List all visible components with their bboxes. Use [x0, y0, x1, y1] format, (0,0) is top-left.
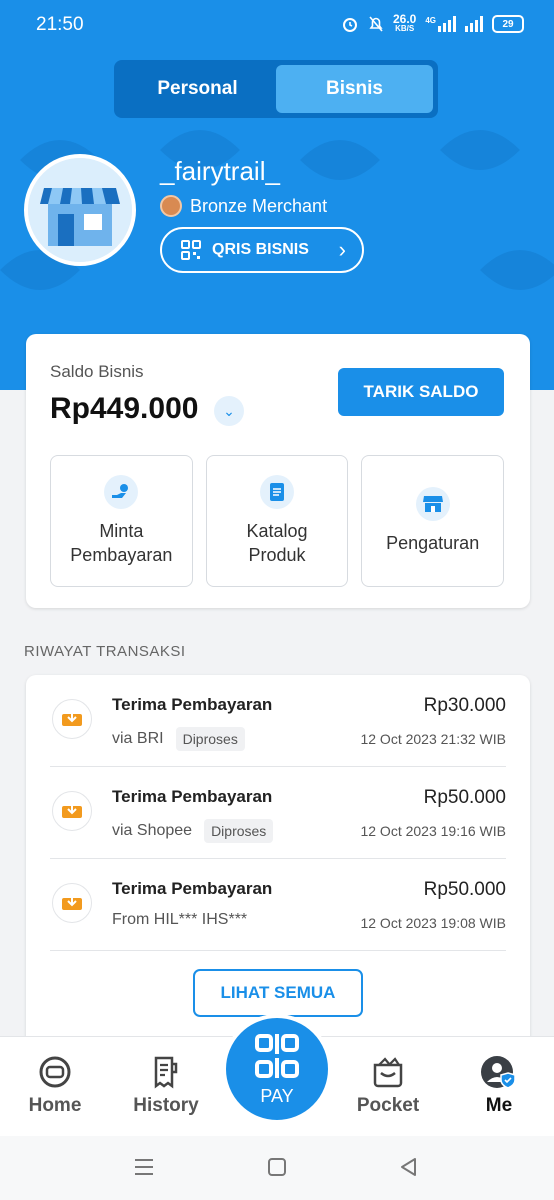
transaction-source: From HIL*** IHS*** — [112, 911, 248, 928]
transaction-title: Terima Pembayaran — [112, 695, 273, 714]
qr-code-icon — [181, 240, 201, 260]
action-label: Pengaturan — [386, 533, 480, 553]
transaction-amount: Rp50.000 — [423, 787, 506, 808]
account-type-switch: Personal Bisnis — [114, 60, 438, 118]
network-speed: 26.0 KB/S — [392, 12, 417, 34]
home-square-icon[interactable] — [266, 1156, 288, 1178]
battery-level: 29 — [502, 18, 514, 30]
nav-pocket[interactable]: Pocket — [333, 1055, 443, 1117]
transaction-date: 12 Oct 2023 19:08 WIB — [360, 915, 506, 931]
nav-home-label: Home — [28, 1095, 82, 1116]
transaction-row[interactable]: Terima Pembayaran via BRI Diproses Rp30.… — [50, 675, 506, 767]
status-badge: Diproses — [204, 819, 274, 843]
merchant-tier-label: Bronze Merchant — [190, 195, 328, 216]
qr-scan-icon — [255, 1033, 299, 1078]
transaction-subtitle: From HIL*** IHS*** — [112, 911, 247, 929]
qris-bisnis-button[interactable]: QRIS BISNIS › — [160, 227, 364, 273]
see-all-button[interactable]: LIHAT SEMUA — [193, 969, 363, 1017]
nav-me[interactable]: Me — [444, 1055, 554, 1117]
signal-4g-icon: 4G — [425, 16, 456, 32]
chevron-down-icon[interactable]: ⌄ — [214, 396, 244, 426]
action-request-payment[interactable]: Minta Pembayaran — [50, 455, 193, 587]
transaction-amount: Rp30.000 — [423, 695, 506, 716]
store-icon — [415, 487, 450, 521]
status-time: 21:50 — [36, 14, 84, 35]
qris-bisnis-label: QRIS BISNIS — [212, 241, 309, 258]
balance-card: Saldo Bisnis Rp449.000 ⌄ TARIK SALDO Min… — [26, 334, 530, 608]
transaction-source: via Shopee — [112, 822, 193, 839]
transaction-subtitle: via Shopee Diproses — [112, 819, 274, 843]
chevron-right-icon: › — [338, 237, 346, 262]
receive-payment-icon — [52, 699, 92, 739]
tab-personal[interactable]: Personal — [119, 65, 276, 113]
wallet-icon — [373, 1057, 403, 1088]
nav-history-label: History — [133, 1095, 199, 1116]
document-icon — [260, 475, 294, 509]
system-navigation-bar — [0, 1136, 554, 1200]
back-icon[interactable] — [398, 1156, 420, 1178]
transaction-date: 12 Oct 2023 19:16 WIB — [360, 823, 506, 839]
tab-bisnis[interactable]: Bisnis — [276, 65, 433, 113]
transaction-title: Terima Pembayaran — [112, 879, 273, 898]
action-label: Minta Pembayaran — [70, 521, 173, 565]
bell-muted-icon — [369, 16, 383, 32]
withdraw-button[interactable]: TARIK SALDO — [338, 368, 504, 416]
transaction-subtitle: via BRI Diproses — [112, 727, 245, 751]
transaction-list: Terima Pembayaran via BRI Diproses Rp30.… — [26, 675, 530, 1055]
quick-actions: Minta Pembayaran Katalog Produk Pengatur… — [50, 455, 505, 587]
balance-label: Saldo Bisnis — [50, 362, 144, 381]
receive-payment-icon — [52, 791, 92, 831]
speed-unit: KB/S — [395, 24, 415, 33]
merchant-tier: Bronze Merchant — [160, 195, 327, 217]
transaction-date: 12 Oct 2023 21:32 WIB — [360, 731, 506, 747]
transaction-history-title: RIWAYAT TRANSAKSI — [24, 643, 186, 660]
receive-payment-icon — [52, 883, 92, 923]
balance-value: Rp449.000 — [50, 392, 199, 425]
bronze-badge-icon — [160, 195, 182, 217]
status-bar: 21:50 26.0 KB/S 4G 29 — [0, 0, 554, 50]
home-icon — [39, 1056, 71, 1088]
transaction-title: Terima Pembayaran — [112, 787, 273, 806]
status-icons: 26.0 KB/S 4G 29 — [341, 12, 524, 34]
nav-me-label: Me — [485, 1095, 513, 1116]
transaction-amount: Rp50.000 — [423, 879, 506, 900]
merchant-name: _fairytrail_ — [160, 156, 280, 186]
battery-icon: 29 — [492, 15, 524, 33]
action-settings[interactable]: Pengaturan — [361, 455, 505, 587]
transaction-source: via BRI — [112, 730, 164, 747]
profile-icon — [481, 1056, 516, 1089]
nav-history[interactable]: History — [111, 1055, 221, 1117]
transaction-row[interactable]: Terima Pembayaran From HIL*** IHS*** Rp5… — [50, 859, 506, 951]
nav-pocket-label: Pocket — [356, 1095, 420, 1116]
signal-icon — [465, 16, 483, 32]
hand-coin-icon — [104, 475, 139, 509]
action-catalog[interactable]: Katalog Produk — [205, 455, 349, 587]
network-type: 4G — [425, 16, 436, 25]
receipt-icon — [154, 1056, 178, 1089]
transaction-row[interactable]: Terima Pembayaran via Shopee Diproses Rp… — [50, 767, 506, 859]
store-avatar[interactable] — [24, 154, 136, 266]
speed-value: 26.0 — [392, 12, 417, 26]
nav-home[interactable]: Home — [0, 1055, 110, 1117]
action-label: Katalog Produk — [246, 521, 308, 565]
menu-icon[interactable] — [132, 1156, 156, 1178]
alarm-icon — [342, 18, 357, 32]
pay-label: PAY — [260, 1085, 294, 1106]
status-badge: Diproses — [175, 727, 245, 751]
pay-button[interactable]: PAY — [222, 1014, 332, 1124]
store-icon — [28, 158, 132, 262]
